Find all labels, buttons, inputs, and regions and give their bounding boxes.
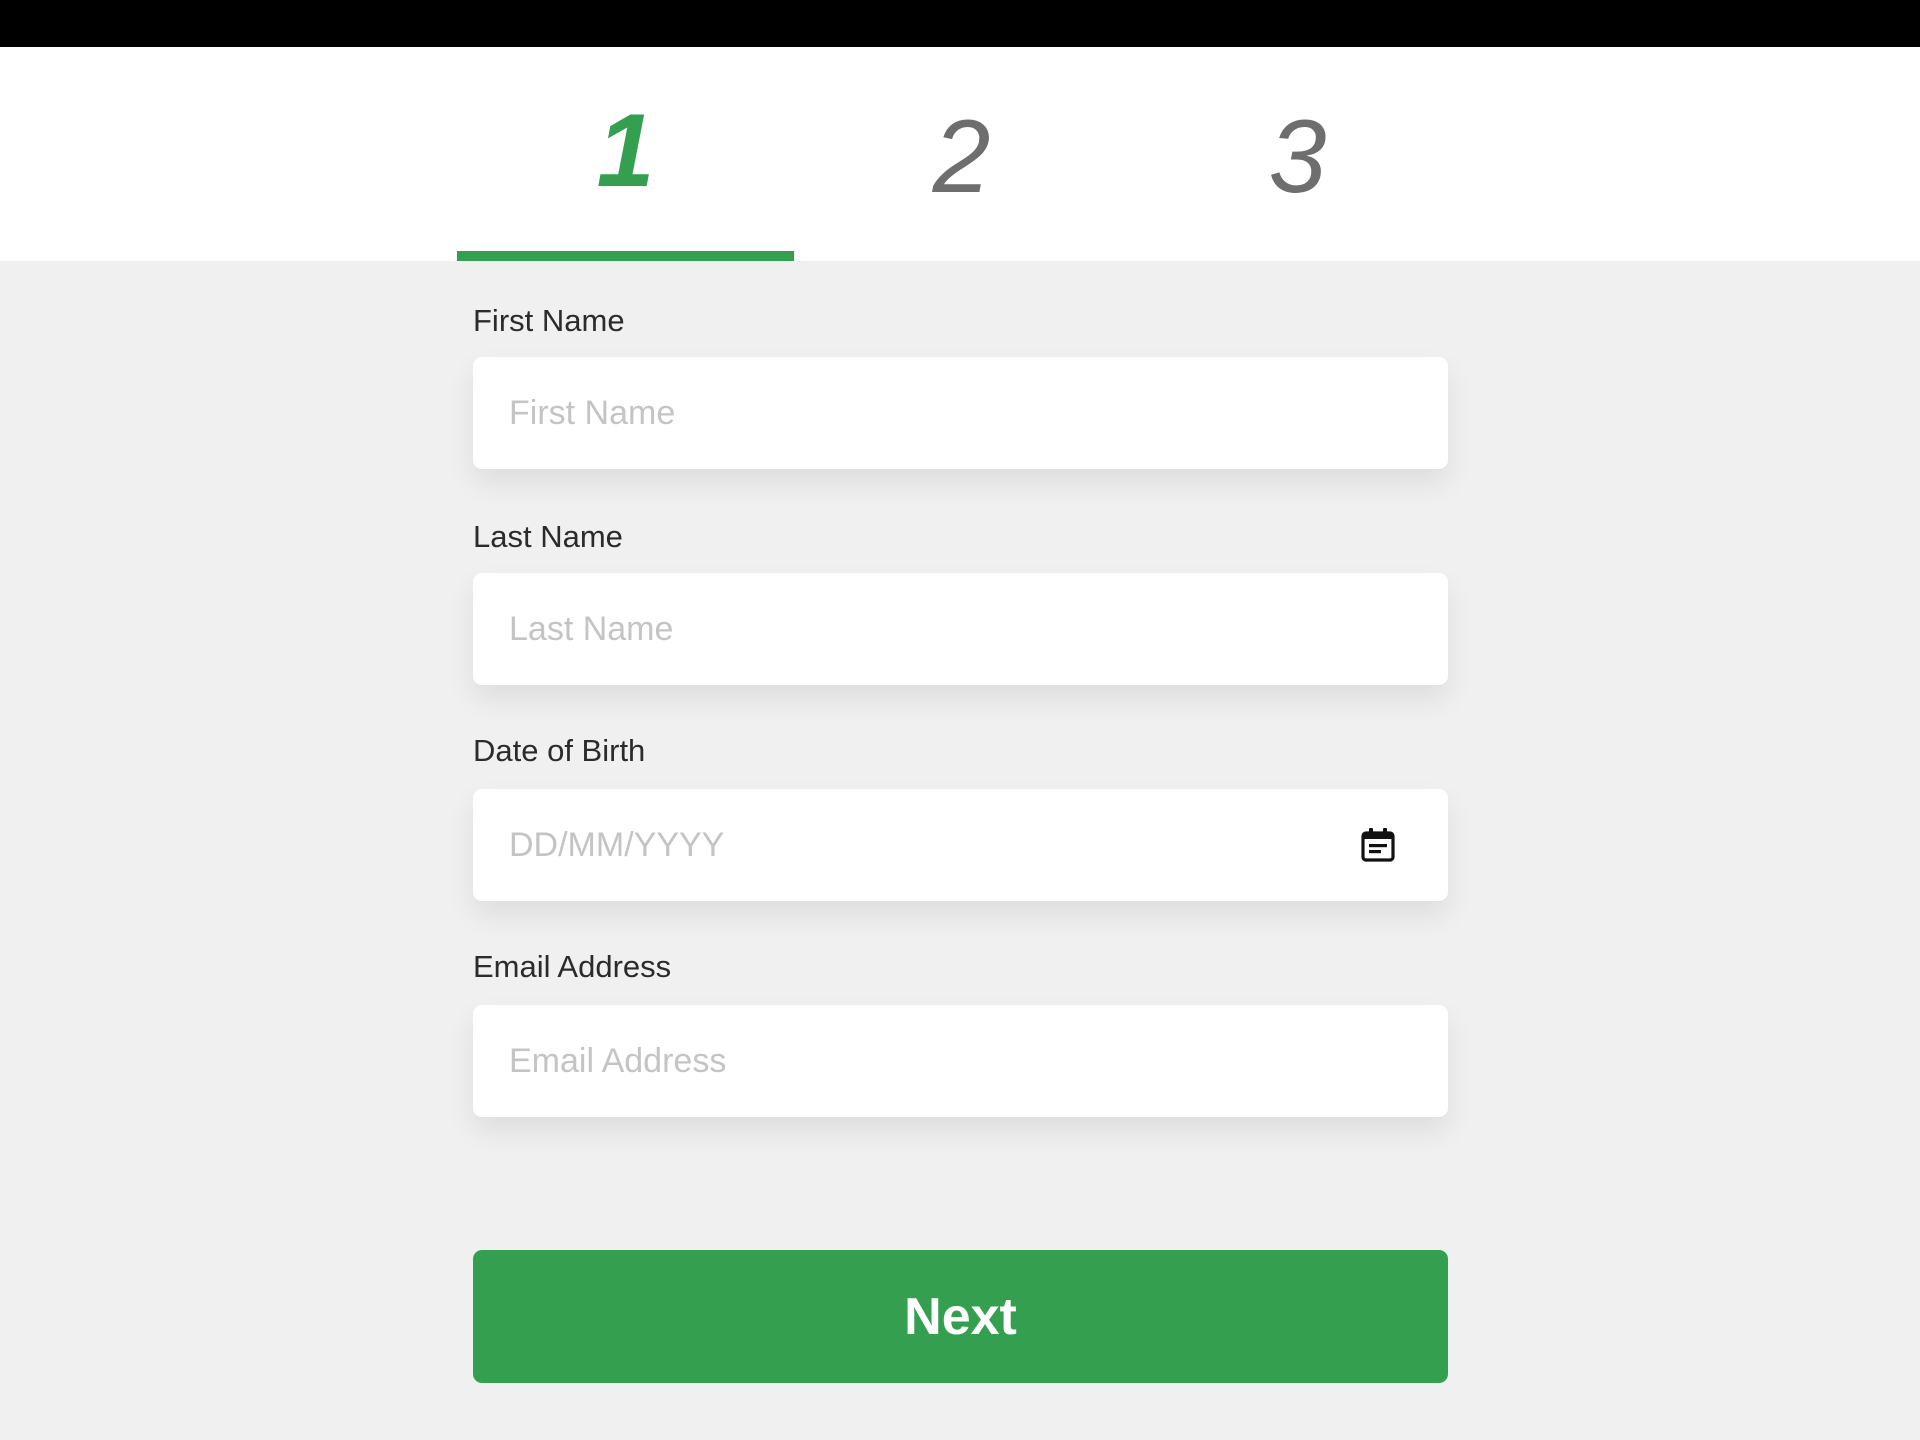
first-name-input[interactable]: [509, 357, 1389, 469]
date-of-birth-field-box: [473, 789, 1448, 901]
top-bar: [0, 0, 1920, 47]
first-name-label: First Name: [473, 303, 625, 338]
step-3-underline: [1129, 251, 1466, 261]
step-1-number: 1: [596, 93, 655, 209]
last-name-label: Last Name: [473, 519, 623, 554]
step-indicator: 1 2 3: [0, 47, 1920, 261]
date-of-birth-input[interactable]: [509, 789, 1309, 901]
email-address-field-box: [473, 1005, 1448, 1117]
calendar-icon[interactable]: [1360, 827, 1396, 863]
step-1-tab[interactable]: 1: [457, 47, 794, 261]
step-3-number: 3: [1268, 99, 1327, 215]
step-2-underline: [793, 251, 1130, 261]
email-address-input[interactable]: [509, 1005, 1389, 1117]
last-name-field-box: [473, 573, 1448, 685]
first-name-field-box: [473, 357, 1448, 469]
step-2-tab[interactable]: 2: [793, 47, 1130, 261]
email-address-label: Email Address: [473, 949, 672, 984]
active-step-underline: [457, 251, 794, 261]
next-button[interactable]: Next: [473, 1250, 1448, 1383]
step-2-number: 2: [932, 99, 991, 215]
last-name-input[interactable]: [509, 573, 1389, 685]
step-3-tab[interactable]: 3: [1129, 47, 1466, 261]
date-of-birth-label: Date of Birth: [473, 733, 646, 768]
